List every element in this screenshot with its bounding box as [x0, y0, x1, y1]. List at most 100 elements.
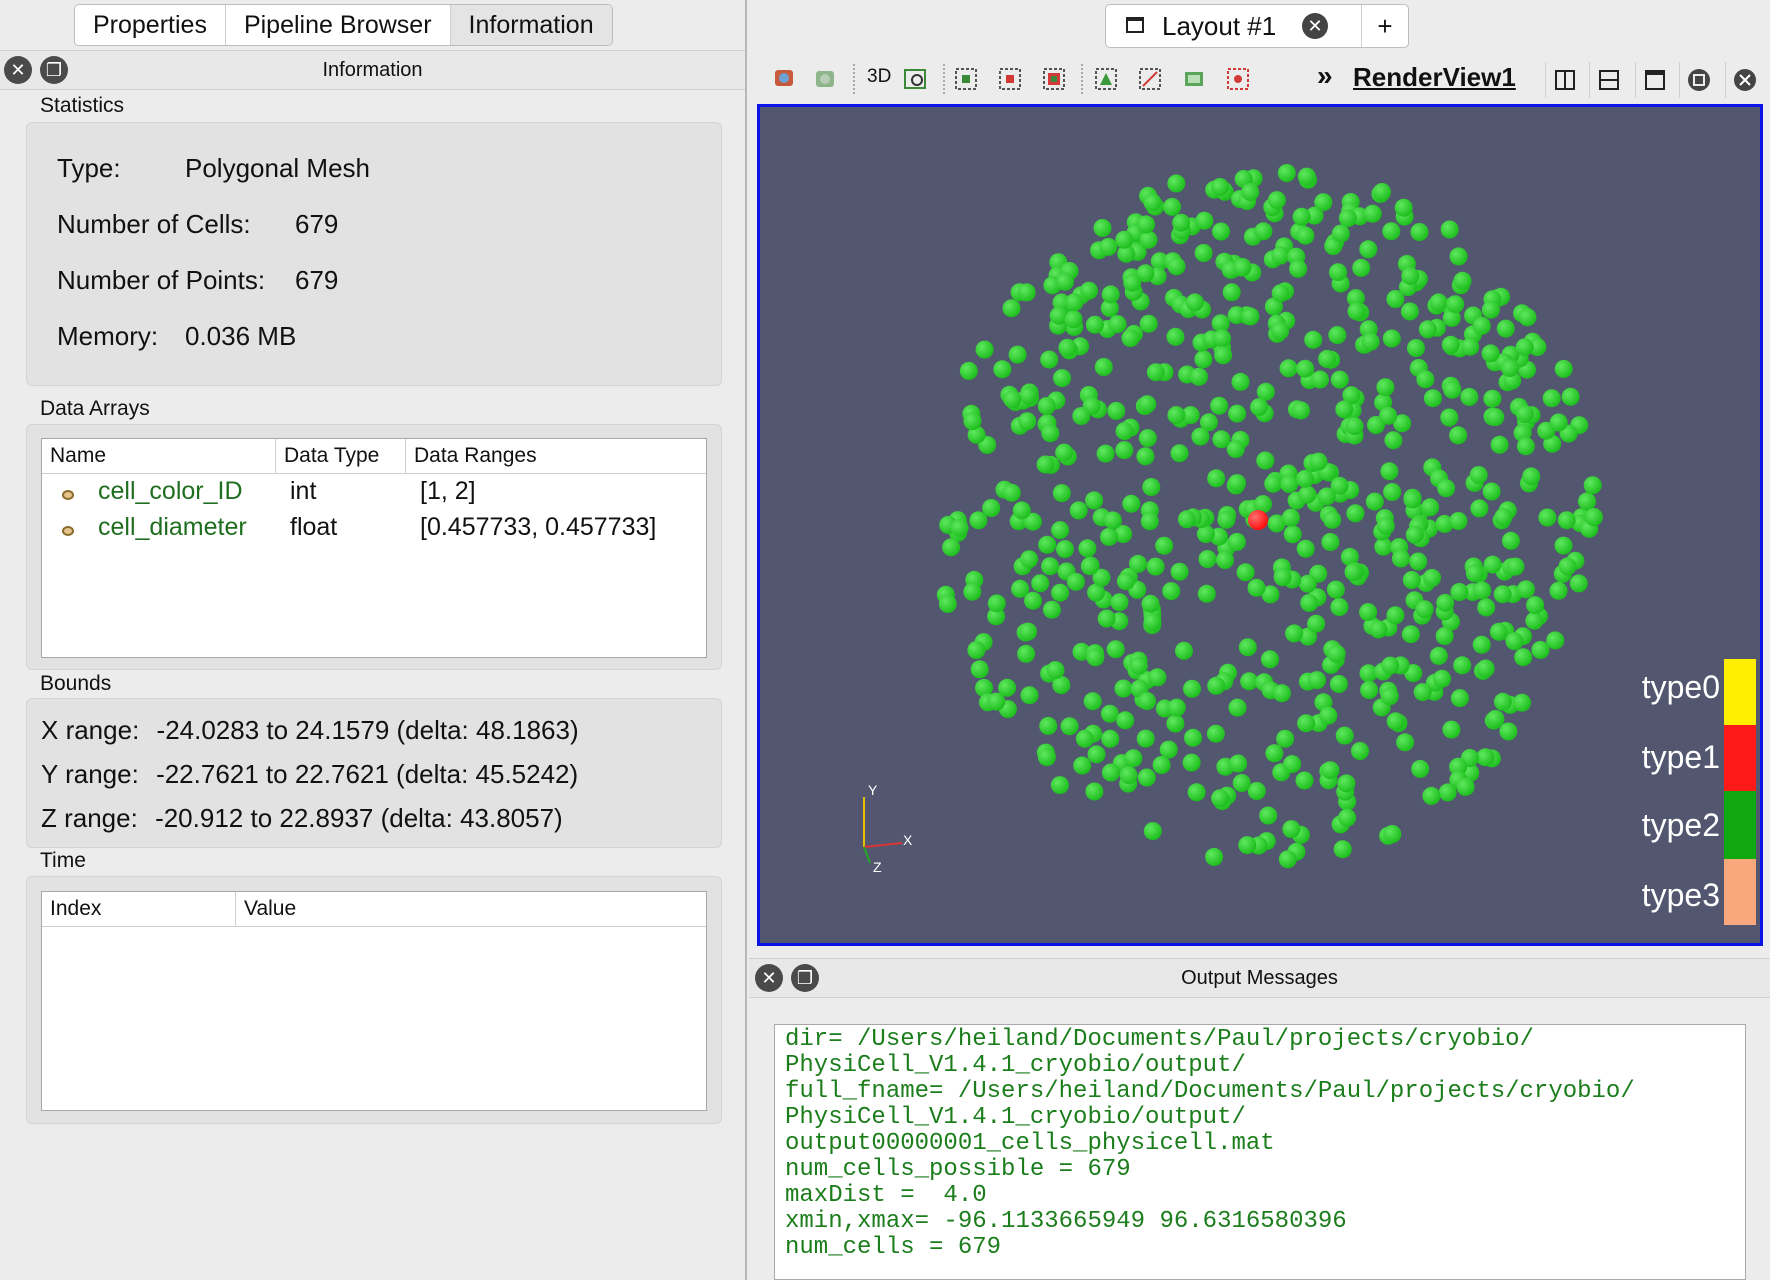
add-layout-button[interactable]: + — [1362, 5, 1408, 47]
select-block-icon[interactable] — [1135, 64, 1165, 94]
table-row[interactable]: cell_diameter float [0.457733, 0.457733] — [42, 513, 706, 549]
cell-sphere — [1036, 455, 1055, 474]
cell-sphere — [1476, 659, 1495, 678]
cell-sphere — [1116, 572, 1135, 591]
cell-sphere — [1031, 574, 1050, 593]
column-header-data-ranges[interactable]: Data Ranges — [406, 439, 708, 473]
cell-sphere — [1139, 314, 1158, 333]
cell-sphere — [1228, 474, 1246, 493]
cell-sphere — [1554, 359, 1573, 378]
cell-sphere — [1386, 290, 1405, 308]
cell-sphere — [1136, 729, 1155, 748]
cell-sphere — [1319, 706, 1338, 725]
cell-sphere — [1296, 359, 1315, 378]
data-arrays-table[interactable]: Name Data Type Data Ranges cell_color_ID… — [41, 438, 707, 658]
cell-sphere — [1152, 756, 1171, 774]
cell-sphere — [1505, 632, 1524, 651]
hover-points-icon[interactable] — [1223, 64, 1253, 94]
cell-sphere — [1183, 679, 1201, 698]
cell-sphere — [1099, 237, 1118, 256]
table-row[interactable]: cell_color_ID int [1, 2] — [42, 477, 706, 513]
cell-sphere — [993, 360, 1012, 379]
reset-camera-icon[interactable] — [769, 64, 799, 94]
split-vertical-icon[interactable] — [1589, 62, 1627, 98]
more-tools-icon[interactable]: » — [1317, 60, 1333, 92]
toggle-3d-button[interactable]: 3D — [867, 66, 891, 88]
cell-sphere — [1085, 782, 1104, 801]
cell-sphere — [1217, 510, 1236, 529]
cell-sphere — [1433, 669, 1451, 688]
layout-tab-label: Layout #1 — [1162, 11, 1277, 41]
render-viewport[interactable]: Y X Z type0 type1 type2 type3 — [757, 104, 1763, 946]
cell-sphere — [1195, 211, 1214, 230]
render-view-label[interactable]: RenderView1 — [1353, 62, 1516, 93]
select-cells-on-icon[interactable] — [951, 64, 981, 94]
close-icon[interactable] — [1725, 62, 1763, 98]
cell-sphere — [1437, 479, 1456, 498]
cell-sphere — [1538, 508, 1557, 527]
cell-sphere — [1326, 580, 1345, 599]
time-table[interactable]: Index Value — [41, 891, 707, 1111]
cell-sphere — [1185, 293, 1204, 312]
interaction-mode-icon[interactable] — [811, 64, 841, 94]
cell-sphere — [1558, 557, 1577, 576]
cell-sphere — [1064, 310, 1083, 329]
cell-sphere — [1271, 322, 1290, 340]
column-header-data-type[interactable]: Data Type — [276, 439, 406, 473]
cell-sphere — [1373, 183, 1391, 201]
cell-sphere — [1216, 551, 1234, 569]
tab-layout-1[interactable]: Layout #1 ✕ — [1106, 5, 1362, 47]
tab-information[interactable]: Information — [450, 5, 612, 45]
close-icon[interactable]: ✕ — [1302, 13, 1328, 39]
cell-sphere — [1141, 594, 1160, 613]
cell-sphere — [1300, 593, 1319, 612]
cell-sphere — [1121, 329, 1140, 348]
tab-pipeline-browser[interactable]: Pipeline Browser — [225, 5, 451, 45]
cell-sphere — [1250, 398, 1269, 417]
cell-sphere — [1296, 539, 1315, 558]
cell-sphere — [1211, 789, 1230, 808]
cell-sphere — [1409, 552, 1428, 571]
maximize-icon[interactable] — [1635, 62, 1673, 98]
cell-sphere — [1304, 330, 1323, 349]
cell-sphere — [1531, 640, 1550, 659]
column-header-name[interactable]: Name — [42, 439, 276, 473]
cell-sphere — [1175, 641, 1193, 660]
capture-screenshot-icon[interactable] — [901, 64, 931, 94]
cell-sphere — [1470, 499, 1489, 518]
undock-icon[interactable] — [1679, 62, 1717, 98]
output-line: output00000001_cells_physicell.mat — [785, 1130, 1275, 1157]
select-points-on-icon[interactable] — [995, 64, 1025, 94]
cell-sphere — [1515, 405, 1534, 423]
output-messages-text[interactable]: dir= /Users/heiland/Documents/Paul/proje… — [774, 1024, 1746, 1280]
cell-sphere — [1107, 401, 1126, 420]
cell-sphere — [1318, 349, 1337, 368]
cell-sphere — [1282, 820, 1301, 839]
cell-sphere — [1254, 222, 1273, 241]
cell-sphere — [1189, 367, 1208, 386]
column-header-index[interactable]: Index — [42, 892, 236, 926]
cell-sphere — [1384, 431, 1403, 450]
cell-sphere — [1143, 193, 1162, 212]
cell-sphere — [1483, 555, 1502, 574]
split-horizontal-icon[interactable] — [1545, 62, 1583, 98]
select-polygon-icon[interactable] — [1091, 64, 1121, 94]
cell-sphere — [1002, 299, 1021, 318]
cell-sphere — [1277, 164, 1296, 182]
cell-sphere — [1101, 729, 1120, 748]
column-header-value[interactable]: Value — [236, 892, 708, 926]
cell-sphere — [1345, 417, 1364, 436]
cell-sphere — [1108, 315, 1127, 334]
cell-sphere — [1423, 568, 1441, 587]
tab-properties[interactable]: Properties — [75, 5, 226, 45]
cell-sphere — [975, 340, 994, 359]
interactive-select-icon[interactable] — [1179, 64, 1209, 94]
select-cells-through-icon[interactable] — [1039, 64, 1069, 94]
cell-sphere — [1296, 469, 1315, 488]
cell-sphere — [1103, 511, 1122, 530]
cell-sphere — [1041, 557, 1059, 576]
cell-sphere — [1473, 581, 1492, 600]
array-type: int — [290, 477, 317, 505]
cell-sphere — [1137, 768, 1156, 787]
cell-sphere — [1329, 263, 1347, 282]
